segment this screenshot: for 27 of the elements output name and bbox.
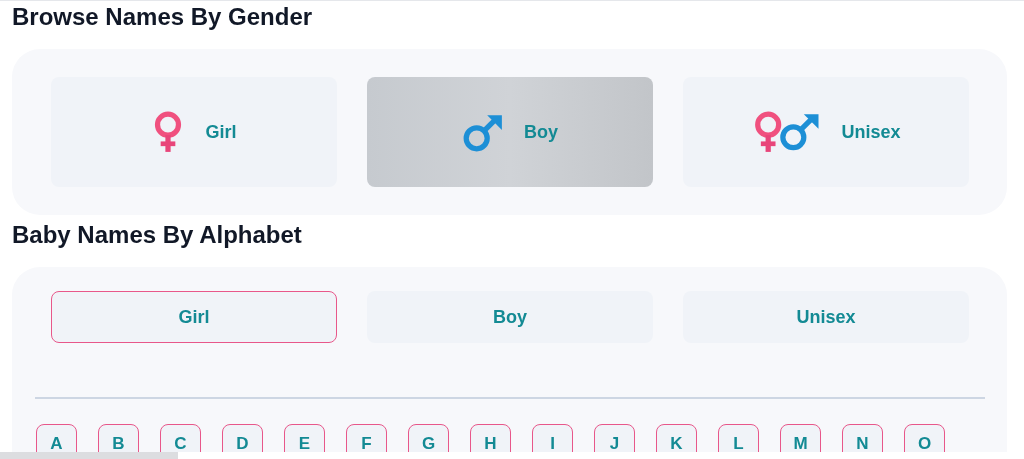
letter-button[interactable]: L [718, 424, 759, 452]
letter-button[interactable]: M [780, 424, 821, 452]
gender-card[interactable]: Unisex [683, 77, 969, 187]
gender-label: Unisex [841, 120, 901, 144]
gender-card[interactable]: Girl [51, 77, 337, 187]
letter-button[interactable]: O [904, 424, 945, 452]
letter-button[interactable]: B [98, 424, 139, 452]
letter-button[interactable]: G [408, 424, 449, 452]
section-heading: Baby Names By Alphabet [12, 221, 303, 249]
letter-button[interactable]: A [36, 424, 77, 452]
letter-button[interactable]: C [160, 424, 201, 452]
letter-button[interactable]: I [532, 424, 573, 452]
gender-card[interactable]: Boy [367, 77, 653, 187]
letter-button[interactable]: E [284, 424, 325, 452]
gender-tab[interactable]: Girl [51, 291, 337, 343]
gender-label: Girl [205, 120, 237, 144]
gender-tab[interactable]: Unisex [683, 291, 969, 343]
scrollbar-thumb[interactable] [0, 452, 178, 459]
gender-tab[interactable]: Boy [367, 291, 653, 343]
letter-button[interactable]: D [222, 424, 263, 452]
letter-button[interactable]: H [470, 424, 511, 452]
letter-button[interactable]: J [594, 424, 635, 452]
section-heading: Browse Names By Gender [12, 3, 314, 31]
letter-button[interactable]: F [346, 424, 387, 452]
letter-button[interactable]: K [656, 424, 697, 452]
letter-button[interactable]: N [842, 424, 883, 452]
gender-label: Boy [524, 120, 558, 144]
